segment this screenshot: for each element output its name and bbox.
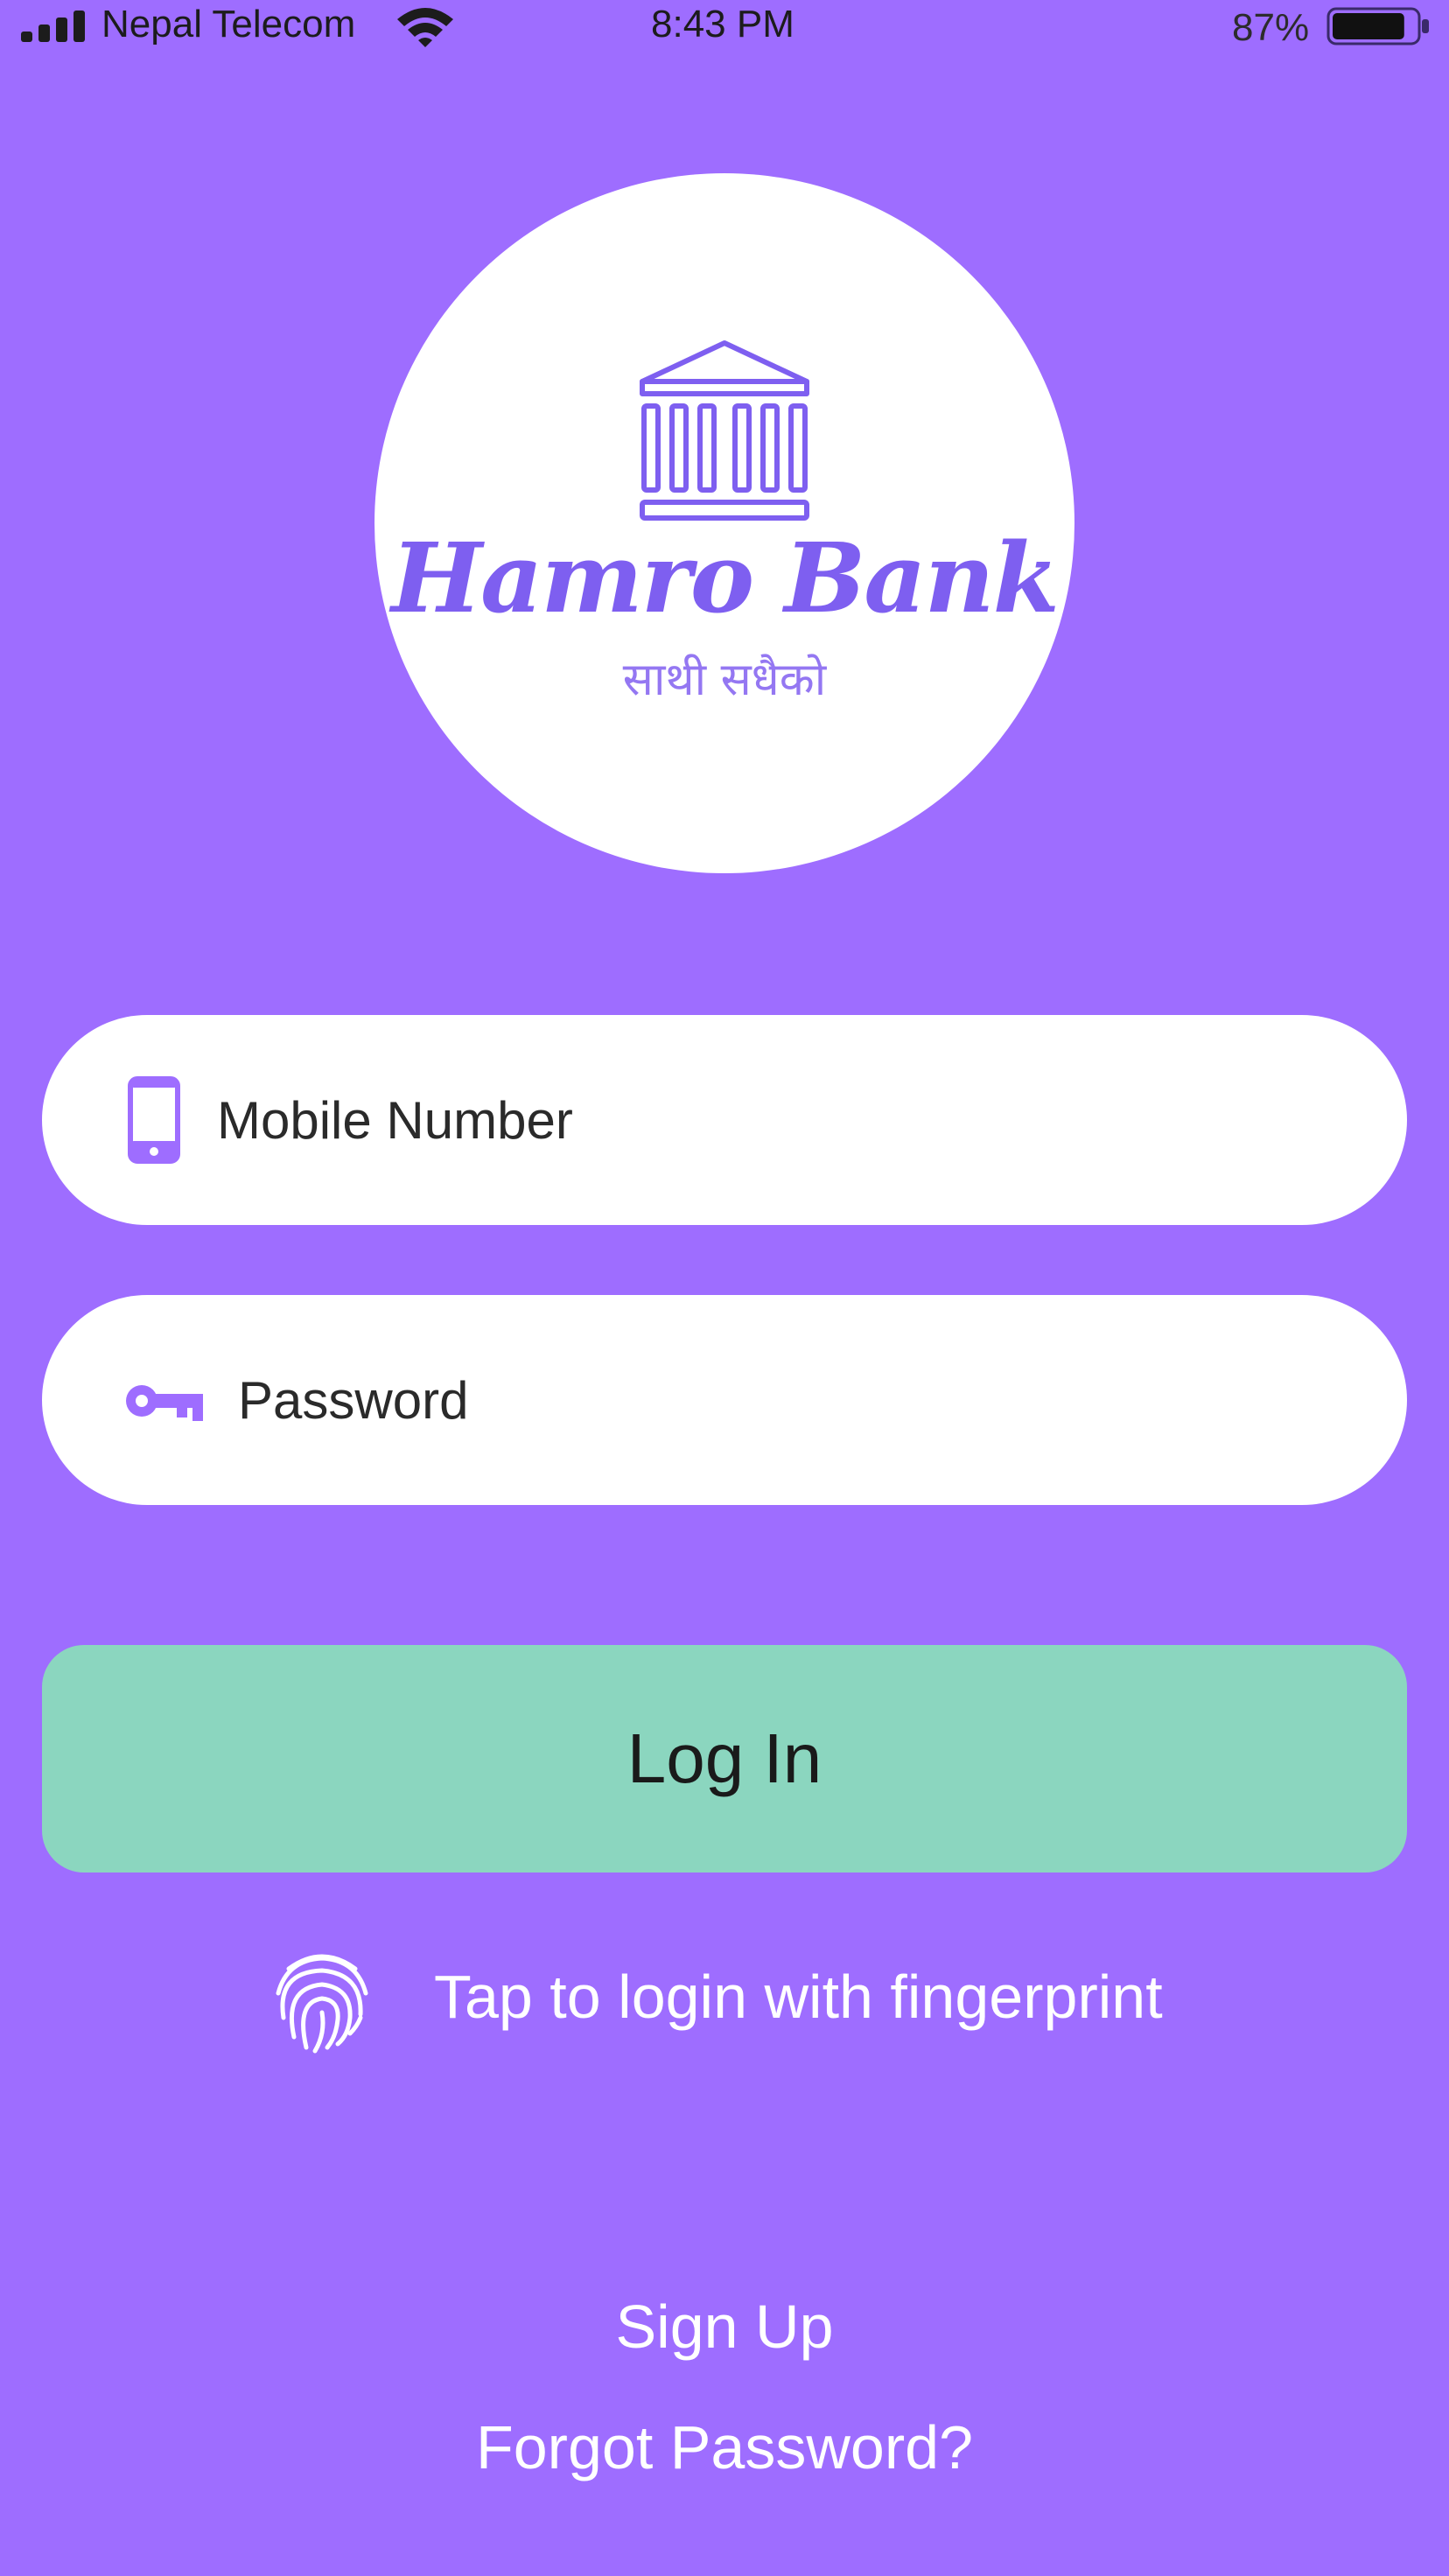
sign-up-link[interactable]: Sign Up <box>0 2287 1449 2366</box>
logo-badge: Hamro Bank साथी सधैको <box>374 173 1074 873</box>
battery-icon <box>1326 7 1429 46</box>
brand-name: Hamro Bank <box>391 522 1060 634</box>
fingerprint-label: Tap to login with fingerprint <box>434 1963 1163 2031</box>
fingerprint-icon <box>276 1954 368 2054</box>
status-bar: Nepal Telecom 8:43 PM 87% <box>0 0 1449 52</box>
cellular-signal-icon <box>21 10 85 42</box>
forgot-password-link[interactable]: Forgot Password? <box>0 2408 1449 2487</box>
battery-percentage: 87% <box>1232 6 1310 49</box>
bank-building-icon <box>640 340 809 521</box>
password-input[interactable] <box>238 1348 1288 1452</box>
mobile-number-input[interactable] <box>217 1068 1267 1172</box>
login-button[interactable]: Log In <box>42 1645 1407 1872</box>
battery-level-fill <box>1333 13 1404 39</box>
password-field[interactable] <box>42 1295 1407 1505</box>
key-icon <box>126 1385 203 1421</box>
mobile-phone-icon <box>128 1076 180 1164</box>
fingerprint-login-button[interactable]: Tap to login with fingerprint <box>262 1942 1225 2056</box>
carrier-name: Nepal Telecom <box>102 3 356 46</box>
mobile-number-field[interactable] <box>42 1015 1407 1225</box>
brand-tagline: साथी सधैको <box>622 654 827 706</box>
wifi-icon <box>397 8 453 47</box>
status-time: 8:43 PM <box>651 3 794 46</box>
